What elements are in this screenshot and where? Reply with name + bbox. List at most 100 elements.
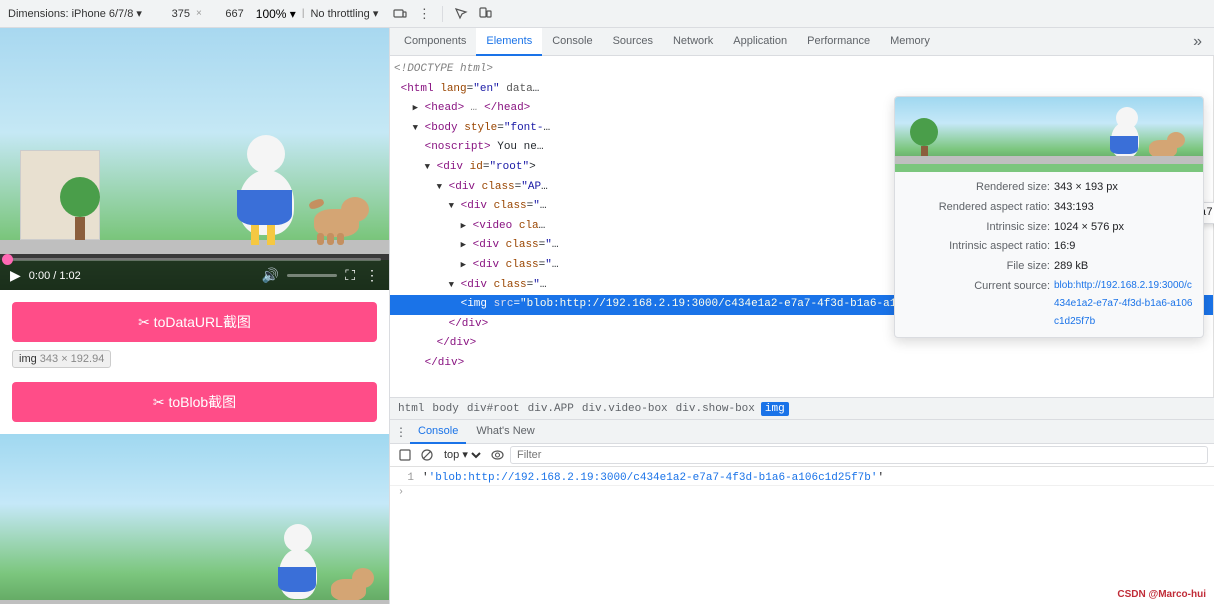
root-toggle[interactable]: ▼ (425, 162, 430, 172)
inspect-element-icon[interactable] (451, 4, 471, 24)
preview-chicken (274, 524, 329, 604)
responsive-icon[interactable] (390, 4, 410, 24)
to-blob-button[interactable]: ✂ toBlob截图 (12, 382, 377, 422)
tooltip-info: Rendered size: 343 × 193 px Rendered asp… (895, 172, 1203, 337)
tooltip-preview (895, 97, 1203, 172)
preview-dog (329, 566, 374, 604)
indent-5b (394, 237, 454, 255)
doctype-comment: <!DOCTYPE html> (394, 63, 493, 75)
inner-toggle[interactable]: ▼ (449, 201, 454, 211)
img-tag-el: <img (461, 298, 487, 310)
width-input[interactable] (154, 8, 190, 20)
noscript-tag: <noscript> (425, 141, 491, 153)
body-toggle[interactable]: ▼ (413, 123, 418, 133)
tab-performance[interactable]: Performance (797, 28, 880, 56)
volume-button[interactable]: 🔊 (260, 265, 281, 286)
app-toggle[interactable]: ▼ (437, 182, 442, 192)
div10-class-val: " (545, 239, 552, 251)
eye-icon[interactable] (488, 446, 506, 464)
tab-elements[interactable]: Elements (476, 28, 542, 56)
bc-app[interactable]: div.APP (526, 403, 576, 415)
rendered-size-row: Rendered size: 343 × 193 px (905, 178, 1193, 198)
vertical-sep (442, 6, 443, 22)
video-toggle[interactable]: ▶ (461, 221, 466, 231)
throttle-select[interactable]: No throttling ▾ (310, 7, 378, 20)
current-source-row: Current source: blob:http://192.168.2.19… (905, 277, 1193, 331)
more-icon[interactable]: ⋮ (414, 4, 434, 24)
device-toggle-icon[interactable] (475, 4, 495, 24)
console-tab-dots[interactable]: ⋮ (394, 425, 408, 439)
bc-video-box[interactable]: div.video-box (580, 403, 670, 415)
video-player: ▶ 0:00 / 1:02 🔊 ⛶ ⋮ (0, 28, 389, 290)
current-source-val[interactable]: blob:http://192.168.2.19:3000/c434e1a2-e… (1054, 277, 1193, 331)
blob-url-text[interactable]: 'blob:http://192.168.2.19:3000/c434e1a2-… (429, 472, 878, 484)
bc-html[interactable]: html (396, 403, 426, 415)
inner-class-attr: class (494, 200, 527, 212)
tooltip-sidewalk (895, 156, 1203, 164)
video-cla-attr: cla (519, 220, 539, 232)
video-more-button[interactable]: ⋮ (363, 265, 381, 286)
head-toggle[interactable]: ▶ (413, 103, 418, 113)
head-close: </head> (484, 102, 530, 114)
zoom-select[interactable]: 100% ▾ (256, 7, 296, 21)
html-tag: <html (401, 83, 434, 95)
noscript-text: You ne… (497, 141, 543, 153)
console-arrow[interactable]: › (390, 486, 1214, 499)
volume-bar[interactable] (287, 274, 337, 277)
head-ellipsis: … (471, 102, 484, 114)
block-icon[interactable] (418, 446, 436, 464)
tab-console[interactable]: Console (542, 28, 602, 56)
img-tag-label: img 343 × 192.94 (12, 350, 111, 368)
console-level-select[interactable]: top ▾ (440, 448, 484, 462)
bc-body[interactable]: body (430, 403, 460, 415)
body-style-val: "font- (504, 122, 544, 134)
intrinsic-aspect-val: 16:9 (1054, 237, 1075, 257)
showbox-class-attr: class (494, 279, 527, 291)
console-tab-whatsnew[interactable]: What's New (468, 420, 542, 444)
div10-toggle[interactable]: ▶ (461, 240, 466, 250)
close-div3: </div> (425, 357, 465, 369)
play-button[interactable]: ▶ (8, 265, 23, 286)
csdn-watermark: CSDN @Marco-hui (1117, 589, 1206, 600)
tabs-more-icon[interactable]: » (1185, 33, 1210, 51)
intrinsic-size-row: Intrinsic size: 1024 × 576 px (905, 218, 1193, 238)
div11-toggle[interactable]: ▶ (461, 260, 466, 270)
indent-5 (394, 218, 454, 236)
progress-bar[interactable] (8, 258, 381, 261)
indent-3b (394, 335, 430, 353)
bc-show-box[interactable]: div.show-box (674, 403, 757, 415)
file-size-val: 289 kB (1054, 257, 1088, 277)
bc-img[interactable]: img (761, 402, 789, 416)
tab-sources[interactable]: Sources (603, 28, 663, 56)
indent-2c (394, 355, 418, 373)
bc-root[interactable]: div#root (465, 403, 522, 415)
html-val-lang: "en" (473, 83, 499, 95)
tab-network[interactable]: Network (663, 28, 723, 56)
indent-3 (394, 179, 430, 197)
indent-2 (394, 139, 418, 157)
tree-line-doctype[interactable]: <!DOCTYPE html> (390, 60, 1213, 80)
clear-console-icon[interactable] (396, 446, 414, 464)
indent-5sel (394, 296, 454, 314)
console-output[interactable]: 1 ''blob:http://192.168.2.19:3000/c434e1… (390, 467, 1214, 604)
preview-canvas (0, 434, 389, 604)
tab-memory[interactable]: Memory (880, 28, 940, 56)
tab-components[interactable]: Components (394, 28, 476, 56)
fullscreen-button[interactable]: ⛶ (343, 265, 357, 286)
height-input[interactable] (208, 8, 244, 20)
device-select[interactable]: Dimensions: iPhone 6/7/8 ▾ (8, 7, 142, 20)
showbox-toggle[interactable]: ▼ (449, 280, 454, 290)
intrinsic-size-val: 1024 × 576 px (1054, 218, 1124, 238)
indent-2b (394, 159, 418, 177)
time-display: 0:00 / 1:02 (29, 270, 81, 282)
rendered-aspect-row: Rendered aspect ratio: 343:193 (905, 198, 1193, 218)
console-tab-console[interactable]: Console (410, 420, 466, 444)
tab-application[interactable]: Application (723, 28, 797, 56)
tree-line-close-div3[interactable]: </div> (390, 354, 1213, 374)
to-data-url-button[interactable]: ✂ toDataURL截图 (12, 302, 377, 342)
div11-class-val: " (545, 259, 552, 271)
console-filter-input[interactable] (510, 446, 1208, 464)
showbox-class-val: " (533, 279, 540, 291)
img-label-row: img 343 × 192.94 (12, 350, 377, 372)
close-div2: </div> (437, 337, 477, 349)
